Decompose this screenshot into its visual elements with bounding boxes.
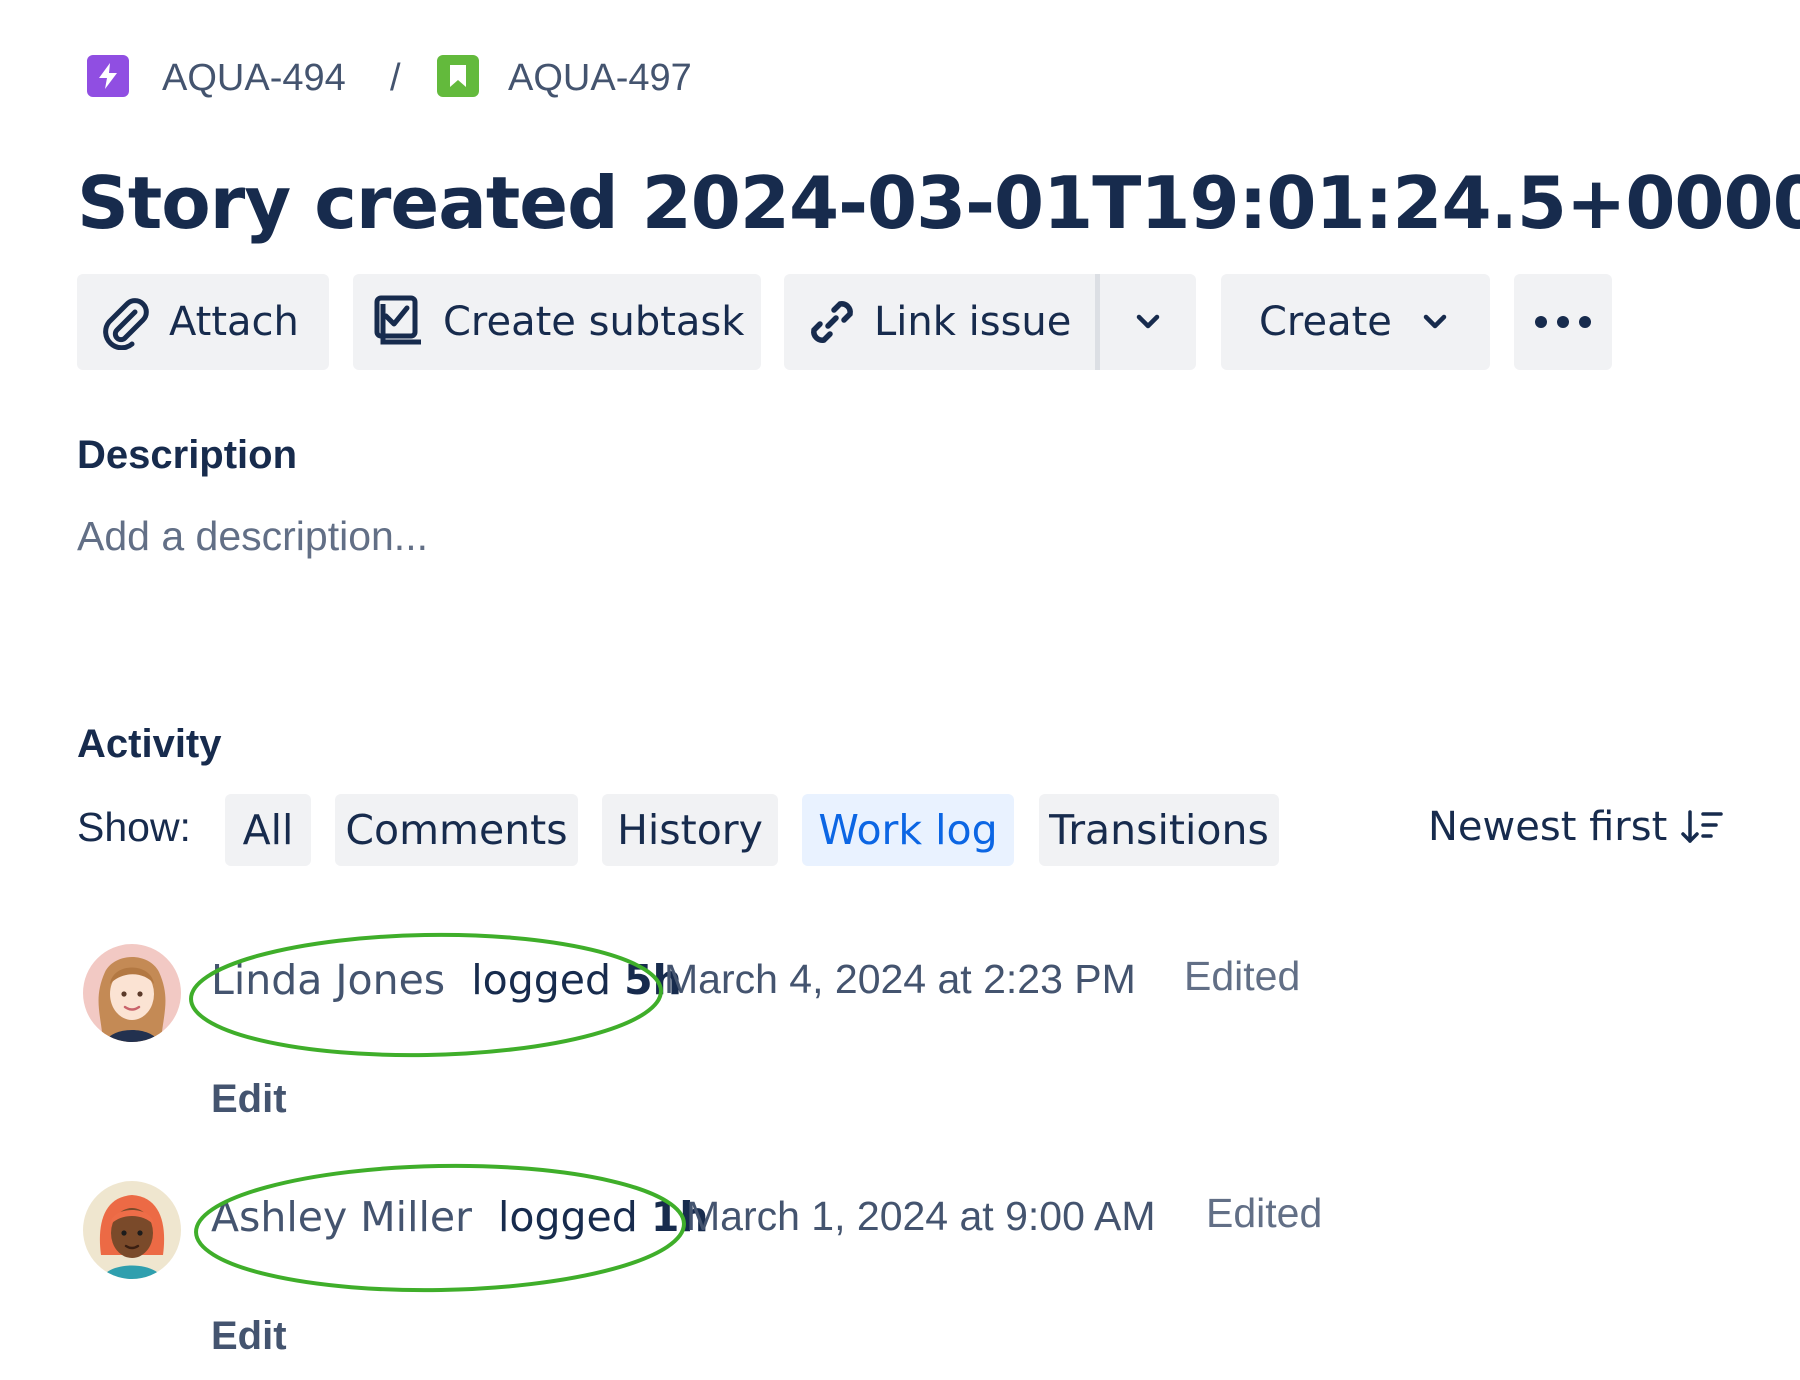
filter-all[interactable]: All <box>225 794 311 866</box>
breadcrumb-parent-link[interactable]: AQUA-494 <box>162 50 346 106</box>
attach-button[interactable]: Attach <box>77 274 329 370</box>
chevron-down-icon <box>1133 312 1163 332</box>
avatar-linda-jones[interactable] <box>83 944 181 1042</box>
activity-heading: Activity <box>77 722 222 766</box>
create-label: Create <box>1259 299 1392 345</box>
worklog-author[interactable]: Linda Jones <box>211 956 445 1004</box>
breadcrumb-separator: / <box>390 57 401 99</box>
worklog-date: March 1, 2024 at 9:00 AM <box>686 1193 1156 1239</box>
breadcrumb-current-link[interactable]: AQUA-497 <box>508 50 692 106</box>
link-issue-label: Link issue <box>874 299 1072 345</box>
description-heading: Description <box>77 433 298 477</box>
description-editor[interactable]: Add a description... <box>77 513 428 560</box>
chevron-down-icon <box>1420 312 1450 332</box>
show-label: Show: <box>77 804 191 850</box>
more-dots-icon <box>1533 314 1593 330</box>
avatar-ashley-miller[interactable] <box>83 1181 181 1279</box>
paperclip-icon <box>97 294 153 350</box>
link-issue-dropdown-button[interactable] <box>1100 274 1196 370</box>
filter-transitions[interactable]: Transitions <box>1039 794 1279 866</box>
create-subtask-button[interactable]: Create subtask <box>353 274 761 370</box>
filter-comments[interactable]: Comments <box>335 794 578 866</box>
create-button[interactable]: Create <box>1221 274 1490 370</box>
create-subtask-label: Create subtask <box>443 299 745 345</box>
worklog-date: March 4, 2024 at 2:23 PM <box>664 956 1136 1002</box>
more-actions-button[interactable] <box>1514 274 1612 370</box>
worklog-edit-button[interactable]: Edit <box>211 1077 287 1122</box>
worklog-action: logged <box>498 1193 638 1241</box>
sort-order-button[interactable]: Newest first <box>1428 804 1725 850</box>
link-icon <box>804 294 860 350</box>
epic-lightning-icon <box>87 55 129 97</box>
worklog-edited-label: Edited <box>1206 1190 1323 1236</box>
worklog-edit-button[interactable]: Edit <box>211 1314 287 1359</box>
worklog-action: logged <box>471 956 612 1004</box>
worklog-author[interactable]: Ashley Miller <box>211 1193 472 1241</box>
attach-label: Attach <box>169 299 299 345</box>
filter-history[interactable]: History <box>602 794 778 866</box>
worklog-summary: Linda Jones logged 5h <box>211 956 682 1004</box>
sort-order-label: Newest first <box>1428 804 1668 850</box>
link-issue-button[interactable]: Link issue <box>784 274 1095 370</box>
story-bookmark-icon <box>437 55 479 97</box>
issue-title[interactable]: Story created 2024-03-01T19:01:24.5+0000 <box>77 158 1800 248</box>
subtask-icon <box>373 294 429 350</box>
worklog-edited-label: Edited <box>1184 953 1301 999</box>
worklog-summary: Ashley Miller logged 1h <box>211 1193 709 1241</box>
sort-descending-icon <box>1681 807 1725 847</box>
filter-work-log[interactable]: Work log <box>802 794 1014 866</box>
